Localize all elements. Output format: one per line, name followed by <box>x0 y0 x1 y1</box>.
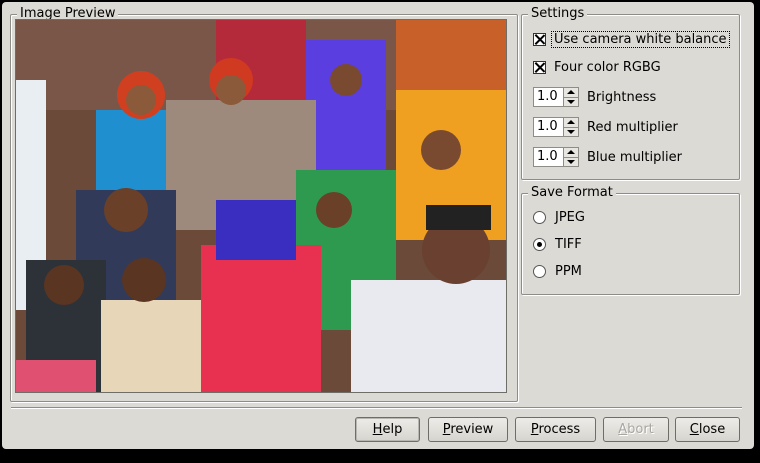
camera-white-balance-label: Use camera white balance <box>551 31 730 48</box>
spin-up-icon[interactable] <box>564 148 578 157</box>
ufraw-dialog: Image Preview Settings Use camera white … <box>2 2 754 449</box>
format-ppm-label: PPM <box>555 264 582 279</box>
blue-multiplier-label: Blue multiplier <box>587 149 682 165</box>
four-color-rgbg-label: Four color RGBG <box>554 60 661 75</box>
format-tiff-label: TIFF <box>555 237 582 252</box>
format-radio-jpeg[interactable]: JPEG <box>533 210 585 225</box>
checkbox-checked-icon[interactable] <box>533 33 546 46</box>
abort-button-mnemonic: A <box>618 422 628 437</box>
red-multiplier-row: 1.0 Red multiplier <box>533 117 678 137</box>
image-preview <box>15 19 507 393</box>
red-multiplier-value[interactable]: 1.0 <box>534 118 563 136</box>
spin-up-icon[interactable] <box>564 88 578 97</box>
radio-icon[interactable] <box>533 265 546 278</box>
button-separator <box>11 407 742 409</box>
red-multiplier-spin-arrows <box>563 118 578 136</box>
process-button-label: rocess <box>538 422 581 437</box>
close-button[interactable]: Close <box>675 417 740 442</box>
brightness-spinbutton[interactable]: 1.0 <box>533 87 579 107</box>
help-button-mnemonic: H <box>372 422 383 437</box>
brightness-value[interactable]: 1.0 <box>534 88 563 106</box>
abort-button[interactable]: Abort <box>603 417 669 442</box>
radio-selected-icon[interactable] <box>533 238 546 251</box>
abort-button-label: bort <box>627 422 654 437</box>
spin-down-icon[interactable] <box>564 126 578 137</box>
blue-multiplier-spinbutton[interactable]: 1.0 <box>533 147 579 167</box>
settings-label: Settings <box>528 6 588 22</box>
brightness-row: 1.0 Brightness <box>533 87 656 107</box>
blue-multiplier-spin-arrows <box>563 148 578 166</box>
process-button[interactable]: Process <box>515 417 596 442</box>
help-button-label: elp <box>382 422 403 437</box>
checkbox-checked-icon[interactable] <box>533 61 546 74</box>
preview-button[interactable]: Preview <box>428 417 508 442</box>
format-jpeg-label: JPEG <box>555 210 585 225</box>
brightness-spin-arrows <box>563 88 578 106</box>
close-button-label: lose <box>698 422 726 437</box>
four-color-rgbg-checkbox[interactable]: Four color RGBG <box>533 60 661 75</box>
format-radio-ppm[interactable]: PPM <box>533 264 582 279</box>
blue-multiplier-row: 1.0 Blue multiplier <box>533 147 682 167</box>
spin-down-icon[interactable] <box>564 96 578 107</box>
red-multiplier-label: Red multiplier <box>587 119 678 135</box>
format-radio-tiff[interactable]: TIFF <box>533 237 582 252</box>
save-format-label: Save Format <box>528 185 616 201</box>
close-button-mnemonic: C <box>689 422 699 437</box>
radio-icon[interactable] <box>533 211 546 224</box>
crowd-photo <box>16 20 506 392</box>
spin-down-icon[interactable] <box>564 156 578 167</box>
camera-white-balance-checkbox[interactable]: Use camera white balance <box>533 31 730 48</box>
help-button[interactable]: Help <box>355 417 420 442</box>
spin-up-icon[interactable] <box>564 118 578 127</box>
brightness-label: Brightness <box>587 89 657 105</box>
preview-button-label: review <box>450 422 494 437</box>
blue-multiplier-value[interactable]: 1.0 <box>534 148 563 166</box>
red-multiplier-spinbutton[interactable]: 1.0 <box>533 117 579 137</box>
